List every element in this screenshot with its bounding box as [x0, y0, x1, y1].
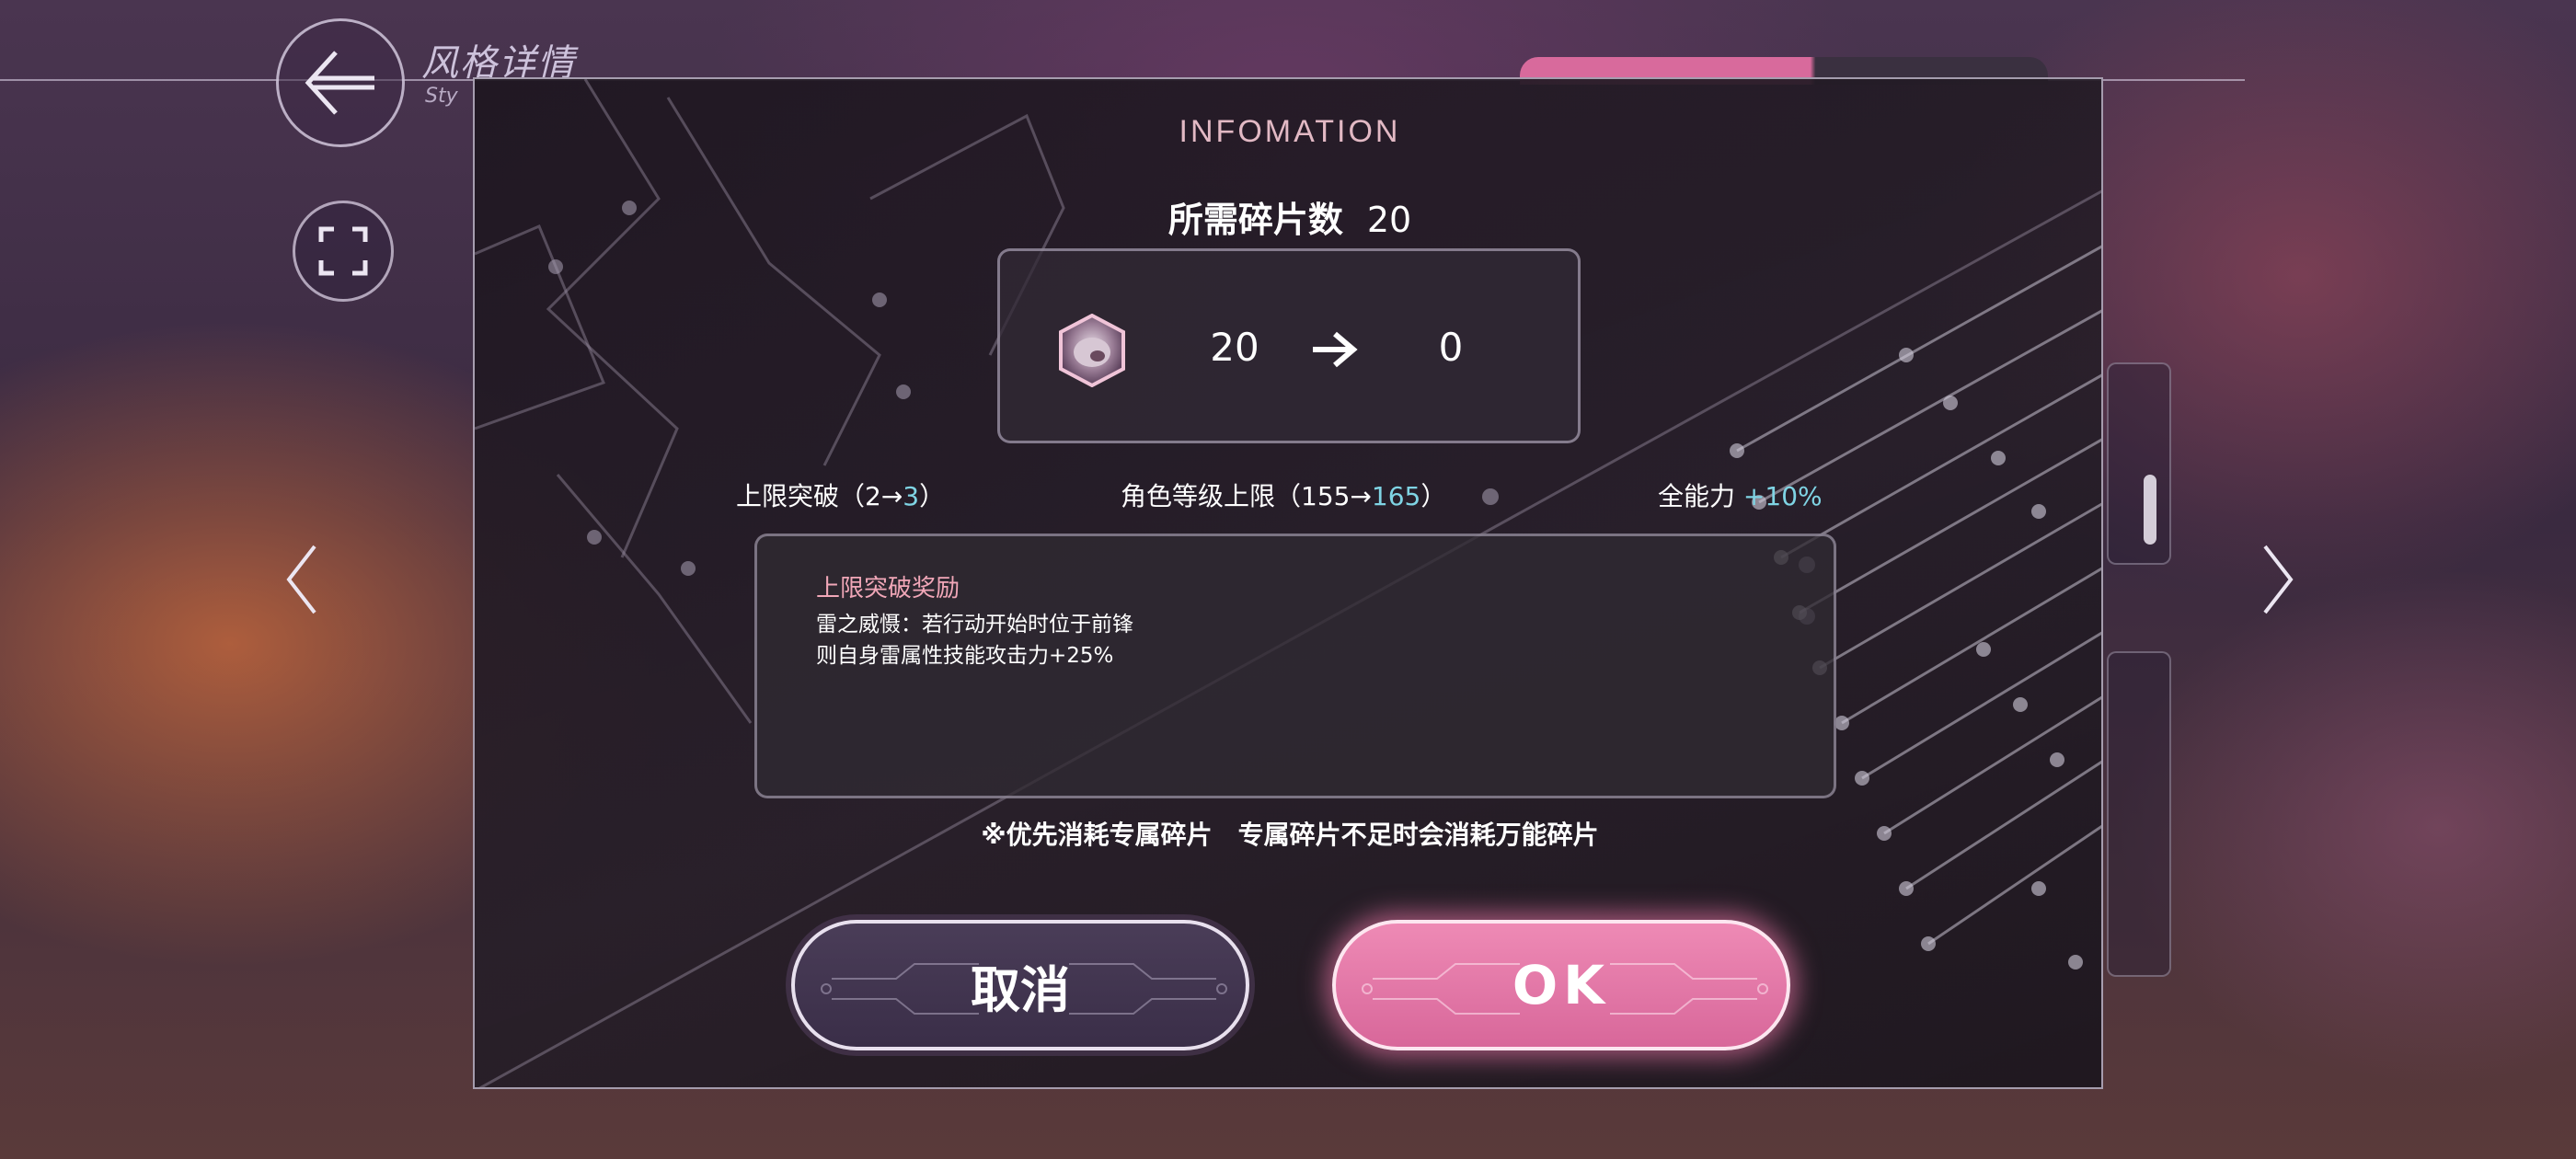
shard-consumption-note: ※优先消耗专属碎片 专属碎片不足时会消耗万能碎片	[981, 820, 1599, 850]
back-button[interactable]	[276, 18, 405, 147]
reward-description-line2: 则自身雷属性技能攻击力+25%	[816, 644, 1114, 668]
fullscreen-button[interactable]	[293, 201, 394, 302]
required-shards: 所需碎片数 20	[475, 191, 2101, 242]
shard-change-box: 20 0	[997, 248, 1581, 443]
reward-description-line1: 雷之威慑：若行动开始时位于前锋	[816, 613, 1133, 637]
fullscreen-icon	[318, 226, 368, 276]
required-shards-count: 20	[1366, 200, 1412, 240]
stat-all-ability-label: 全能力	[1658, 481, 1736, 511]
stat-limit-break-value: 3	[903, 481, 920, 511]
stat-all-ability: 全能力 +10%	[1658, 476, 1823, 513]
header-subtitle: Sty	[425, 85, 458, 108]
shard-icon	[1059, 314, 1125, 387]
stat-level-cap-close: ）	[1420, 481, 1447, 511]
cancel-button-label: 取消	[971, 960, 1070, 1019]
info-dialog: INFOMATION 所需碎片数 20 20 0 上限突破（2→3） 角色等级上…	[473, 77, 2103, 1089]
ok-button-label: OK	[1512, 954, 1611, 1016]
right-arrow-icon	[1313, 331, 1358, 368]
game-screen: 风格详情 Sty INFOMATION 所需碎片数 20 20 0 上限突破（2…	[0, 0, 2576, 1159]
stat-level-cap-label: 角色等级上限（155→	[1121, 481, 1372, 511]
stat-limit-break-close: ）	[919, 481, 946, 511]
chevron-left-icon[interactable]	[283, 543, 320, 616]
stat-level-cap: 角色等级上限（155→165）	[1121, 476, 1446, 513]
stat-limit-break: 上限突破（2→3）	[736, 476, 945, 513]
ok-button[interactable]: OK	[1332, 920, 1790, 1050]
stat-level-cap-value: 165	[1371, 481, 1421, 511]
reward-title: 上限突破奖励	[816, 575, 960, 602]
required-shards-label: 所需碎片数	[1167, 200, 1343, 240]
shard-count-after: 0	[1438, 325, 1464, 370]
limit-break-reward-box: 上限突破奖励 雷之威慑：若行动开始时位于前锋 则自身雷属性技能攻击力+25%	[754, 534, 1836, 798]
back-arrow-icon	[305, 51, 374, 115]
side-panel-bottom	[2107, 651, 2171, 977]
dialog-title: INFOMATION	[1179, 114, 1401, 149]
scrollbar-thumb[interactable]	[2144, 475, 2156, 545]
stat-all-ability-value: +10%	[1742, 481, 1823, 511]
stat-limit-break-label: 上限突破（2→	[736, 481, 903, 511]
cancel-button[interactable]: 取消	[791, 920, 1249, 1050]
shard-count-before: 20	[1210, 325, 1259, 370]
chevron-right-icon[interactable]	[2260, 543, 2296, 616]
side-panel-top	[2107, 362, 2171, 565]
